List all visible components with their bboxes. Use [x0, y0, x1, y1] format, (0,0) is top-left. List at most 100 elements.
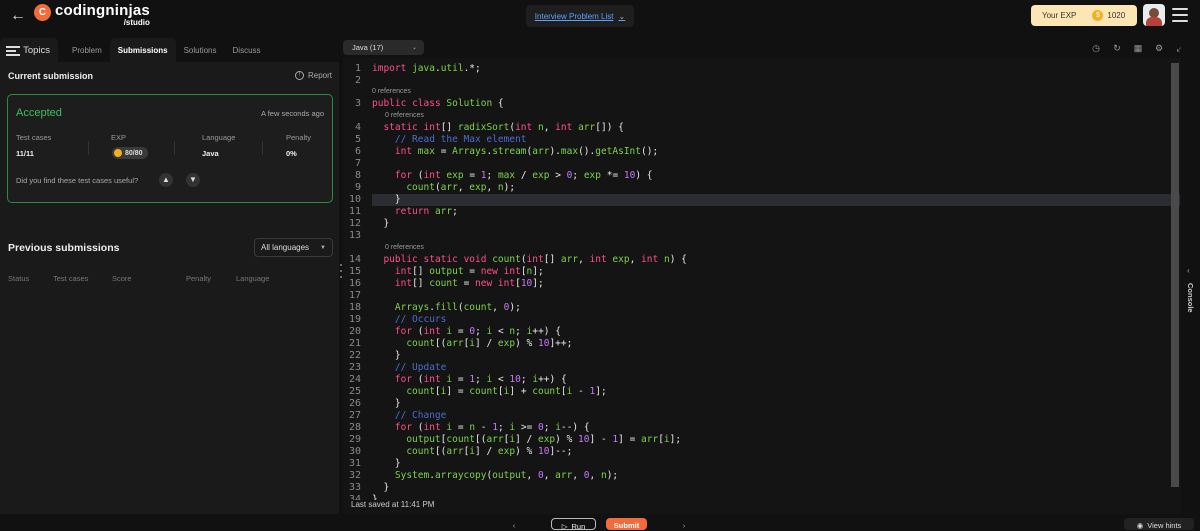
line-number: 16	[348, 278, 361, 289]
line-number: 5	[354, 134, 361, 145]
logo[interactable]: C codingninjas /studio	[34, 3, 150, 27]
line-number: 13	[348, 230, 361, 241]
code-line: }	[372, 194, 401, 205]
code-line: count[(arr[i] / exp) % 10]--;	[406, 446, 573, 457]
code-editor[interactable]: Java (17) ⌄ ◷ ↻ ▦ ⚙ ⤢ 1 import java.util…	[343, 38, 1184, 514]
back-arrow-icon[interactable]: ←	[10, 8, 26, 24]
code-area[interactable]: 1 import java.util.*; 2 0 references 3 p…	[343, 63, 1181, 500]
chevron-down-icon: ⌄	[618, 11, 626, 21]
language-filter-value: All languages	[261, 243, 310, 252]
exp-value: 1020	[1107, 11, 1126, 20]
view-hints-button[interactable]: ◉ View hints	[1124, 518, 1194, 530]
code-line: Arrays.fill(count, 0);	[394, 302, 521, 313]
code-line: // Read the Max element	[394, 134, 527, 145]
code-line: int max = Arrays.stream(arr).max().getAs…	[394, 146, 659, 157]
tab-topics-label: Topics	[23, 44, 50, 56]
console-toggle[interactable]: ‹ Console	[1181, 38, 1200, 514]
divider	[174, 141, 175, 155]
code-line: // Update	[394, 362, 447, 373]
column-score: Score	[112, 274, 132, 283]
line-number: 17	[348, 290, 361, 301]
layout-icon[interactable]: ▦	[1133, 43, 1143, 53]
code-line: int[] output = new int[n];	[394, 266, 544, 277]
line-number: 32	[348, 470, 361, 481]
left-panel: Topics Problem Submissions Solutions Dis…	[0, 38, 339, 514]
editor-scrollbar[interactable]	[1171, 63, 1179, 487]
code-lens[interactable]: 0 references	[385, 244, 424, 251]
code-line: public static void count(int[] arr, int …	[383, 254, 687, 265]
view-hints-label: View hints	[1147, 521, 1182, 530]
chevron-left-icon: ‹	[1187, 266, 1190, 275]
column-status: Status	[8, 274, 30, 283]
line-number: 30	[348, 446, 361, 457]
timer-icon[interactable]: ◷	[1091, 43, 1101, 53]
hamburger-menu-icon[interactable]	[1172, 8, 1188, 22]
code-lens[interactable]: 0 references	[385, 112, 424, 119]
line-number: 31	[348, 458, 361, 469]
run-label: Run	[571, 522, 586, 531]
useful-question: Did you find these test cases useful?	[16, 176, 139, 185]
line-number: 4	[354, 122, 361, 133]
tab-problem[interactable]: Problem	[64, 38, 110, 62]
line-number: 27	[348, 410, 361, 421]
line-number: 23	[348, 362, 361, 373]
submit-button[interactable]: Submit	[606, 518, 647, 530]
top-bar: ← C codingninjas /studio Interview Probl…	[0, 0, 1200, 34]
reset-icon[interactable]: ↻	[1112, 43, 1122, 53]
line-number: 1	[354, 63, 361, 74]
line-number: 26	[348, 398, 361, 409]
column-penalty: Penalty	[186, 274, 212, 283]
previous-submissions-title: Previous submissions	[8, 242, 120, 254]
code-line: static int[] radixSort(int n, int arr[])…	[383, 122, 624, 133]
code-line: count(arr, exp, n);	[406, 182, 516, 193]
submission-card: Accepted A few seconds ago Test cases 11…	[7, 94, 333, 203]
chevron-down-icon: ⌄	[411, 45, 417, 51]
avatar[interactable]	[1143, 4, 1165, 26]
report-button[interactable]: ! Report	[295, 71, 332, 80]
code-line: // Change	[394, 410, 447, 421]
run-button[interactable]: ▷ Run	[551, 518, 596, 531]
code-line: }	[372, 482, 390, 493]
your-exp-button[interactable]: Your EXP $ 1020	[1031, 5, 1137, 26]
line-number: 29	[348, 434, 361, 445]
thumbs-up-icon[interactable]: ▲	[159, 173, 173, 187]
language-value: Java	[202, 149, 219, 158]
language-filter-select[interactable]: All languages ▼	[254, 238, 333, 257]
code-lens[interactable]: 0 references	[372, 88, 411, 95]
tab-submissions[interactable]: Submissions	[109, 38, 176, 62]
tab-solutions[interactable]: Solutions	[176, 38, 225, 62]
line-number: 7	[354, 158, 361, 169]
code-line: import java.util.*;	[372, 63, 481, 74]
submission-time: A few seconds ago	[261, 109, 324, 118]
line-number: 12	[348, 218, 361, 229]
line-number: 9	[354, 182, 361, 193]
tab-bar: Topics Problem Submissions Solutions Dis…	[0, 38, 339, 62]
line-number: 11	[348, 206, 361, 217]
language-dropdown[interactable]: Java (17) ⌄	[343, 40, 424, 55]
code-line: // Occurs	[394, 314, 447, 325]
thumbs-down-icon[interactable]: ▼	[186, 173, 200, 187]
exp-stat-label: EXP	[111, 133, 127, 142]
code-line: }	[372, 218, 390, 229]
exp-label: Your EXP	[1042, 11, 1077, 20]
play-icon: ▷	[561, 522, 568, 531]
coin-icon	[114, 149, 122, 157]
logo-sub: /studio	[123, 18, 150, 27]
hint-icon: ◉	[1136, 521, 1144, 530]
line-number: 20	[348, 326, 361, 337]
tab-discuss[interactable]: Discuss	[225, 38, 269, 62]
code-line: for (int i = n - 1; i >= 0; i--) {	[394, 422, 590, 433]
problem-list-dropdown[interactable]: Interview Problem List ⌄	[526, 5, 634, 27]
line-number: 6	[354, 146, 361, 157]
prev-arrow-icon[interactable]: ‹	[508, 518, 520, 530]
code-line: for (int exp = 1; max / exp > 0; exp *= …	[394, 170, 653, 181]
column-test-cases: Test cases	[53, 274, 89, 283]
tab-topics[interactable]: Topics	[0, 38, 58, 62]
line-number: 21	[348, 338, 361, 349]
gear-icon[interactable]: ⚙	[1154, 43, 1164, 53]
divider	[262, 141, 263, 155]
next-arrow-icon[interactable]: ›	[678, 518, 690, 530]
editor-toolbar: Java (17) ⌄ ◷ ↻ ▦ ⚙ ⤢	[343, 38, 1184, 58]
code-line: public class Solution {	[372, 98, 504, 109]
caret-down-icon: ▼	[320, 244, 326, 251]
